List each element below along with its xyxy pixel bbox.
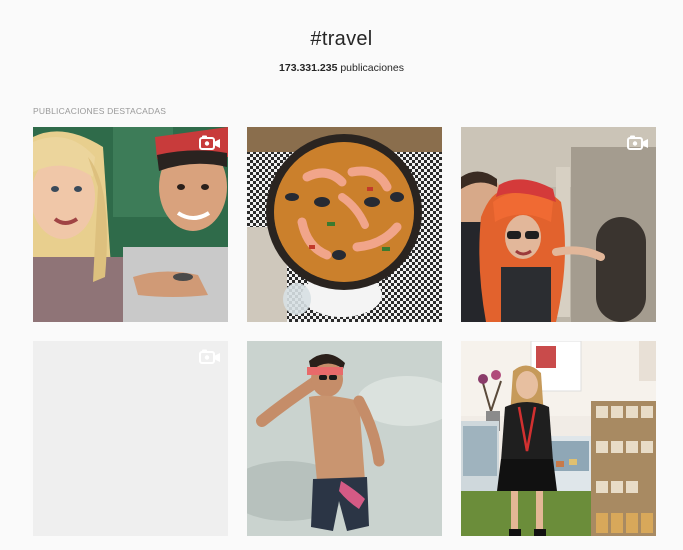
hashtag-title: #travel (310, 28, 373, 50)
post-image-beach (247, 341, 442, 536)
post-image-paella (247, 127, 442, 322)
post-tile-4[interactable] (33, 341, 228, 536)
post-tile-6[interactable] (461, 341, 656, 536)
post-tile-1[interactable] (33, 127, 228, 322)
post-image-carnival (461, 127, 656, 322)
post-count-number: 173.331.235 (279, 62, 338, 74)
video-camera-icon (199, 135, 221, 151)
post-count-label: publicaciones (340, 62, 404, 74)
post-count: 173.331.235 publicaciones (0, 62, 683, 74)
hashtag-header: #travel 173.331.235 publicaciones (0, 0, 683, 100)
featured-posts-title: PUBLICACIONES DESTACADAS (33, 106, 167, 116)
video-camera-icon (627, 135, 649, 151)
post-tile-5[interactable] (247, 341, 442, 536)
post-tile-3[interactable] (461, 127, 656, 322)
video-camera-icon (199, 349, 221, 365)
post-image-expo (461, 341, 656, 536)
post-image-couple (33, 127, 228, 322)
post-tile-2[interactable] (247, 127, 442, 322)
